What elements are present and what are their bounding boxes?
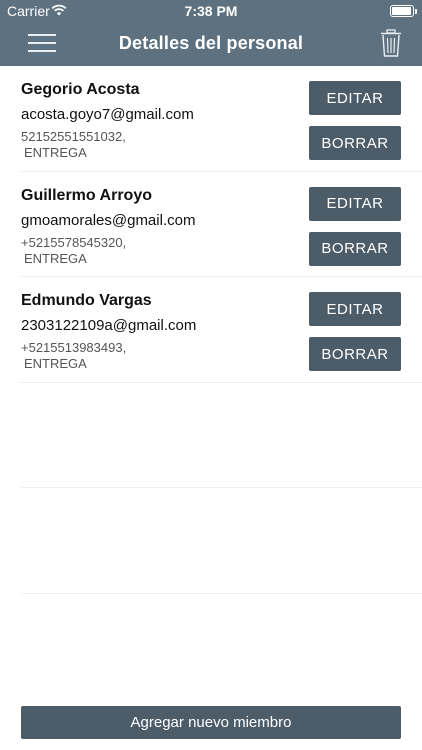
empty-row: [21, 383, 422, 488]
staff-email: acosta.goyo7@gmail.com: [21, 106, 194, 123]
list-item: Edmundo Vargas 2303122109a@gmail.com +52…: [21, 277, 422, 383]
staff-phone: +5215578545320,: [21, 234, 127, 250]
staff-email: gmoamorales@gmail.com: [21, 211, 196, 229]
delete-button[interactable]: BORRAR: [309, 337, 401, 371]
staff-name: Guillermo Arroyo: [21, 186, 152, 204]
staff-phone: +5215513983493,: [21, 340, 127, 355]
empty-row: [21, 488, 422, 594]
delete-button[interactable]: BORRAR: [309, 126, 401, 160]
add-member-button[interactable]: Agregar nuevo miembro: [21, 706, 401, 739]
battery-icon: [390, 5, 417, 17]
trash-icon[interactable]: [380, 29, 402, 57]
status-bar: Carrier 7:38 PM: [0, 0, 422, 22]
staff-name: Gegorio Acosta: [21, 81, 140, 98]
staff-role: ENTREGA: [24, 145, 87, 160]
nav-bar: Detalles del personal: [0, 22, 422, 66]
staff-phone: 52152551551032,: [21, 129, 126, 144]
status-time: 7:38 PM: [184, 3, 238, 19]
edit-button[interactable]: EDITAR: [309, 292, 401, 326]
staff-list: Gegorio Acosta acosta.goyo7@gmail.com 52…: [0, 66, 422, 594]
edit-button[interactable]: EDITAR: [309, 81, 401, 115]
list-item: Gegorio Acosta acosta.goyo7@gmail.com 52…: [21, 66, 422, 172]
edit-button[interactable]: EDITAR: [309, 186, 401, 221]
staff-role: ENTREGA: [24, 250, 87, 266]
delete-button[interactable]: BORRAR: [309, 231, 401, 266]
staff-email: 2303122109a@gmail.com: [21, 317, 197, 334]
page-title: Detalles del personal: [118, 33, 304, 53]
staff-name: Edmundo Vargas: [21, 292, 152, 309]
list-item: Guillermo Arroyo gmoamorales@gmail.com +…: [21, 172, 422, 277]
staff-role: ENTREGA: [24, 356, 87, 371]
